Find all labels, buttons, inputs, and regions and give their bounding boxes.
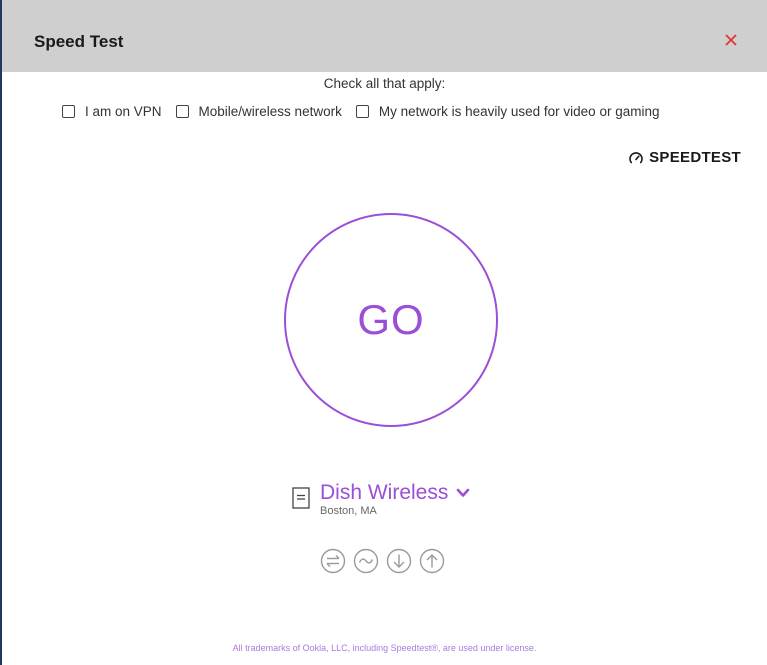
mobile-network-checkbox-label: Mobile/wireless network [198, 104, 342, 119]
mobile-network-checkbox-option[interactable]: Mobile/wireless network [175, 104, 342, 119]
server-selector: Dish Wireless Boston, MA [292, 481, 470, 517]
server-dropdown[interactable]: Dish Wireless [320, 481, 470, 505]
speedometer-icon [629, 151, 643, 163]
chevron-down-icon[interactable] [456, 488, 470, 498]
speedtest-logo: SPEEDTEST [628, 149, 741, 166]
ping-icon [320, 548, 346, 574]
close-icon [725, 34, 737, 46]
go-button[interactable]: GO [284, 213, 498, 427]
server-location: Boston, MA [320, 505, 377, 517]
title-bar: Speed Test [2, 0, 767, 72]
server-list-icon [292, 487, 310, 509]
vpn-checkbox-option[interactable]: I am on VPN [62, 104, 162, 119]
jitter-icon [353, 548, 379, 574]
go-button-label: GO [357, 296, 425, 343]
heavy-usage-checkbox[interactable] [355, 105, 369, 118]
mobile-network-checkbox[interactable] [175, 105, 189, 118]
server-name: Dish Wireless [320, 481, 449, 504]
dialog-title: Speed Test [34, 32, 124, 51]
server-info: Dish Wireless Boston, MA [320, 481, 470, 517]
upload-icon [419, 548, 445, 574]
heavy-usage-checkbox-option[interactable]: My network is heavily used for video or … [355, 104, 660, 119]
options-checkbox-row: I am on VPN Mobile/wireless network My n… [62, 104, 673, 119]
close-button[interactable] [719, 28, 743, 52]
trademark-notice: All trademarks of Ookla, LLC, including … [232, 643, 537, 653]
options-heading: Check all that apply: [323, 76, 446, 91]
heavy-usage-checkbox-label: My network is heavily used for video or … [378, 104, 660, 119]
vpn-checkbox-label: I am on VPN [85, 104, 162, 119]
metric-icons [320, 548, 452, 574]
vpn-checkbox[interactable] [62, 105, 75, 118]
speedtest-logo-text: SPEEDTEST [649, 149, 741, 166]
download-icon [386, 548, 412, 574]
speed-test-dialog: Speed Test Check all that apply: I am on… [0, 0, 767, 665]
